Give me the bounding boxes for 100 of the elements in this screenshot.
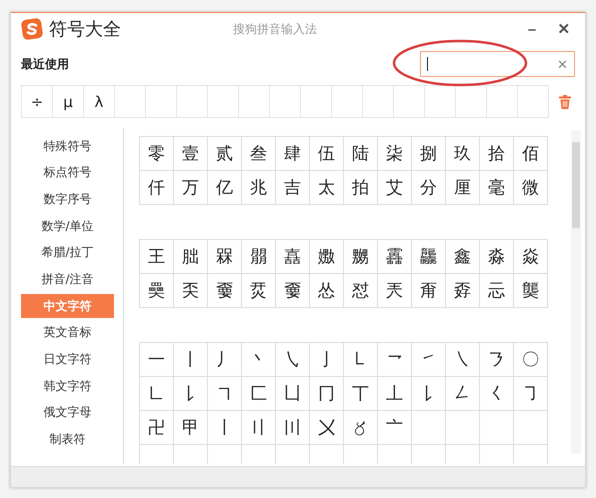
character-cell[interactable]: 太 — [310, 171, 344, 205]
character-cell[interactable]: 卍 — [140, 411, 174, 445]
character-cell[interactable]: 〥 — [344, 411, 378, 445]
symbol-cell[interactable]: λ — [84, 86, 115, 118]
character-cell[interactable]: 丶 — [242, 343, 276, 377]
clear-button[interactable]: ✕ — [557, 56, 568, 72]
character-cell[interactable]: 怼 — [344, 274, 378, 308]
character-cell[interactable]: 毫 — [480, 171, 514, 205]
character-cell[interactable]: 淼 — [480, 240, 514, 274]
character-cell[interactable]: 丅 — [344, 377, 378, 411]
character-cell[interactable]: 亅 — [310, 343, 344, 377]
character-cell[interactable]: 朤 — [242, 240, 276, 274]
character-cell[interactable]: 丨 — [174, 343, 208, 377]
character-cell[interactable]: 柒 — [378, 137, 412, 171]
character-cell[interactable]: 甭 — [412, 274, 446, 308]
search-field[interactable]: ✕ — [420, 51, 575, 77]
character-cell[interactable]: 厘 — [446, 171, 480, 205]
category-item[interactable]: 俄文字母 — [21, 400, 114, 425]
category-item[interactable]: 特殊符号 — [21, 134, 114, 158]
character-cell[interactable]: 龘 — [412, 240, 446, 274]
character-cell[interactable]: 嫐 — [310, 240, 344, 274]
character-cell[interactable]: ㇙ — [174, 377, 208, 411]
character-cell[interactable]: ㇕ — [208, 377, 242, 411]
character-cell[interactable]: ㇖ — [378, 343, 412, 377]
character-cell[interactable]: 兆 — [242, 171, 276, 205]
character-cell[interactable]: 一 — [140, 343, 174, 377]
character-cell[interactable]: 佰 — [514, 137, 548, 171]
character-cell[interactable]: ㇗ — [140, 377, 174, 411]
character-cell[interactable]: ㇏ — [446, 343, 480, 377]
character-cell[interactable]: 凵 — [276, 377, 310, 411]
character-cell[interactable]: 微 — [514, 171, 548, 205]
character-cell[interactable]: 鑫 — [446, 240, 480, 274]
character-cell[interactable]: 朏 — [174, 240, 208, 274]
character-cell[interactable]: 焱 — [514, 240, 548, 274]
character-cell[interactable]: 万 — [174, 171, 208, 205]
category-item[interactable]: 拼音/注音 — [21, 267, 114, 292]
character-cell[interactable]: 丿 — [208, 343, 242, 377]
character-cell[interactable]: 叁 — [242, 137, 276, 171]
character-cell[interactable]: 伍 — [310, 137, 344, 171]
scrollbar[interactable] — [571, 130, 581, 454]
category-item[interactable]: 数学/单位 — [21, 214, 114, 238]
character-cell[interactable]: ㇀ — [412, 343, 446, 377]
character-cell[interactable]: 〢 — [242, 411, 276, 445]
character-cell[interactable]: 嫑 — [208, 274, 242, 308]
character-cell[interactable]: 嫑 — [276, 274, 310, 308]
close-button[interactable]: ✕ — [551, 20, 577, 38]
minimize-button[interactable]: – — [519, 20, 545, 38]
character-cell[interactable]: 奀 — [174, 274, 208, 308]
category-item[interactable]: 数字序号 — [21, 187, 114, 212]
category-item[interactable]: 标点符号 — [21, 160, 114, 185]
category-item[interactable]: 韩文字符 — [21, 374, 114, 398]
character-cell[interactable]: 捌 — [412, 137, 446, 171]
character-cell[interactable]: 〤 — [310, 411, 344, 445]
character-cell[interactable]: 王 — [140, 240, 174, 274]
character-cell[interactable]: 玖 — [446, 137, 480, 171]
category-item[interactable]: 制表符 — [21, 428, 114, 452]
character-cell[interactable]: 甲 — [174, 411, 208, 445]
trash-icon[interactable] — [559, 94, 571, 108]
character-cell[interactable]: 兲 — [378, 274, 412, 308]
character-cell[interactable]: 肆 — [276, 137, 310, 171]
character-cell[interactable]: 艾 — [378, 171, 412, 205]
character-cell[interactable]: 贰 — [208, 137, 242, 171]
character-cell[interactable]: ㇄ — [344, 343, 378, 377]
character-cell[interactable]: ㇋ — [480, 343, 514, 377]
character-cell[interactable]: 忈 — [480, 274, 514, 308]
character-cell[interactable]: 奰 — [140, 274, 174, 308]
character-cell[interactable]: 拍 — [344, 171, 378, 205]
character-cell[interactable]: 亿 — [208, 171, 242, 205]
character-cell[interactable]: 嚞 — [276, 240, 310, 274]
category-item[interactable]: 日文字符 — [21, 348, 114, 372]
character-cell[interactable]: 〦 — [378, 411, 412, 445]
symbol-cell[interactable]: μ — [53, 86, 84, 118]
character-cell[interactable]: 嬲 — [344, 240, 378, 274]
character-cell[interactable]: 〇 — [514, 343, 548, 377]
character-cell[interactable]: 〣 — [276, 411, 310, 445]
character-cell[interactable]: 零 — [140, 137, 174, 171]
character-cell[interactable]: 仟 — [140, 171, 174, 205]
character-cell[interactable]: ㇙ — [412, 377, 446, 411]
category-item[interactable]: 英文音标 — [21, 320, 114, 345]
character-cell[interactable]: 怂 — [310, 274, 344, 308]
character-cell[interactable]: 拾 — [480, 137, 514, 171]
character-cell[interactable]: ㇂ — [276, 343, 310, 377]
character-cell[interactable]: ㇆ — [514, 377, 548, 411]
character-cell[interactable]: 龑 — [514, 274, 548, 308]
category-item[interactable]: 希腊/拉丁 — [21, 240, 114, 265]
character-cell[interactable]: 槑 — [208, 240, 242, 274]
character-cell[interactable]: 匚 — [242, 377, 276, 411]
character-cell[interactable]: 靐 — [378, 240, 412, 274]
symbol-cell[interactable]: ÷ — [22, 86, 53, 118]
character-cell[interactable]: 烎 — [242, 274, 276, 308]
character-cell[interactable]: 丄 — [378, 377, 412, 411]
character-cell[interactable]: 冂 — [310, 377, 344, 411]
character-cell[interactable]: 吉 — [276, 171, 310, 205]
character-cell[interactable]: 陆 — [344, 137, 378, 171]
character-cell[interactable]: 分 — [412, 171, 446, 205]
character-cell[interactable]: 〡 — [208, 411, 242, 445]
character-cell[interactable]: ㇜ — [446, 377, 480, 411]
character-cell[interactable]: 孬 — [446, 274, 480, 308]
character-cell[interactable]: 壹 — [174, 137, 208, 171]
character-cell[interactable]: ㇛ — [480, 377, 514, 411]
